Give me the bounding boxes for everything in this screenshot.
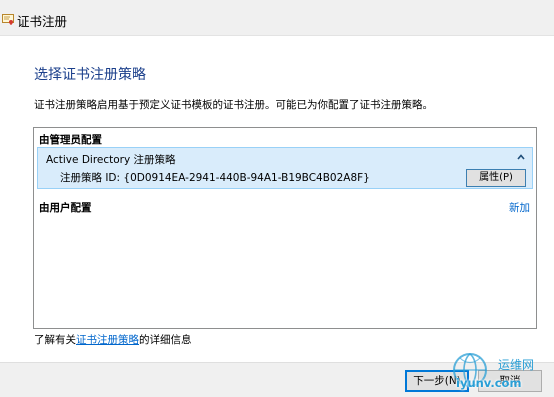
group-header-admin: 由管理员配置 [39, 134, 102, 146]
group-header-user: 由用户配置 [39, 202, 92, 214]
more-info-prefix: 了解有关 [34, 334, 76, 346]
policy-id: 注册策略 ID: {0D0914EA-2941-440B-94A1-B19BC4… [60, 172, 370, 184]
next-button[interactable]: 下一步(N) [405, 370, 469, 392]
page-heading: 选择证书注册策略 [34, 67, 146, 83]
more-info: 了解有关证书注册策略的详细信息 [34, 332, 192, 347]
page-description: 证书注册策略启用基于预定义证书模板的证书注册。可能已为你配置了证书注册策略。 [34, 99, 433, 111]
title-bar: 证书注册 [0, 0, 554, 36]
chevron-up-icon[interactable] [516, 152, 526, 162]
policy-name: Active Directory 注册策略 [46, 154, 176, 166]
certificate-icon [2, 14, 14, 25]
window-title: 证书注册 [17, 14, 68, 29]
properties-button[interactable]: 属性(P) [466, 169, 526, 187]
policy-help-link[interactable]: 证书注册策略 [76, 334, 139, 346]
policy-list: 由管理员配置 Active Directory 注册策略 注册策略 ID: {0… [33, 127, 537, 329]
policy-item-active-directory[interactable]: Active Directory 注册策略 注册策略 ID: {0D0914EA… [37, 147, 533, 189]
footer-bar: 下一步(N) 取消 [0, 362, 554, 397]
more-info-suffix: 的详细信息 [139, 334, 192, 346]
add-policy-link[interactable]: 新加 [509, 200, 530, 215]
cancel-button[interactable]: 取消 [478, 370, 542, 392]
